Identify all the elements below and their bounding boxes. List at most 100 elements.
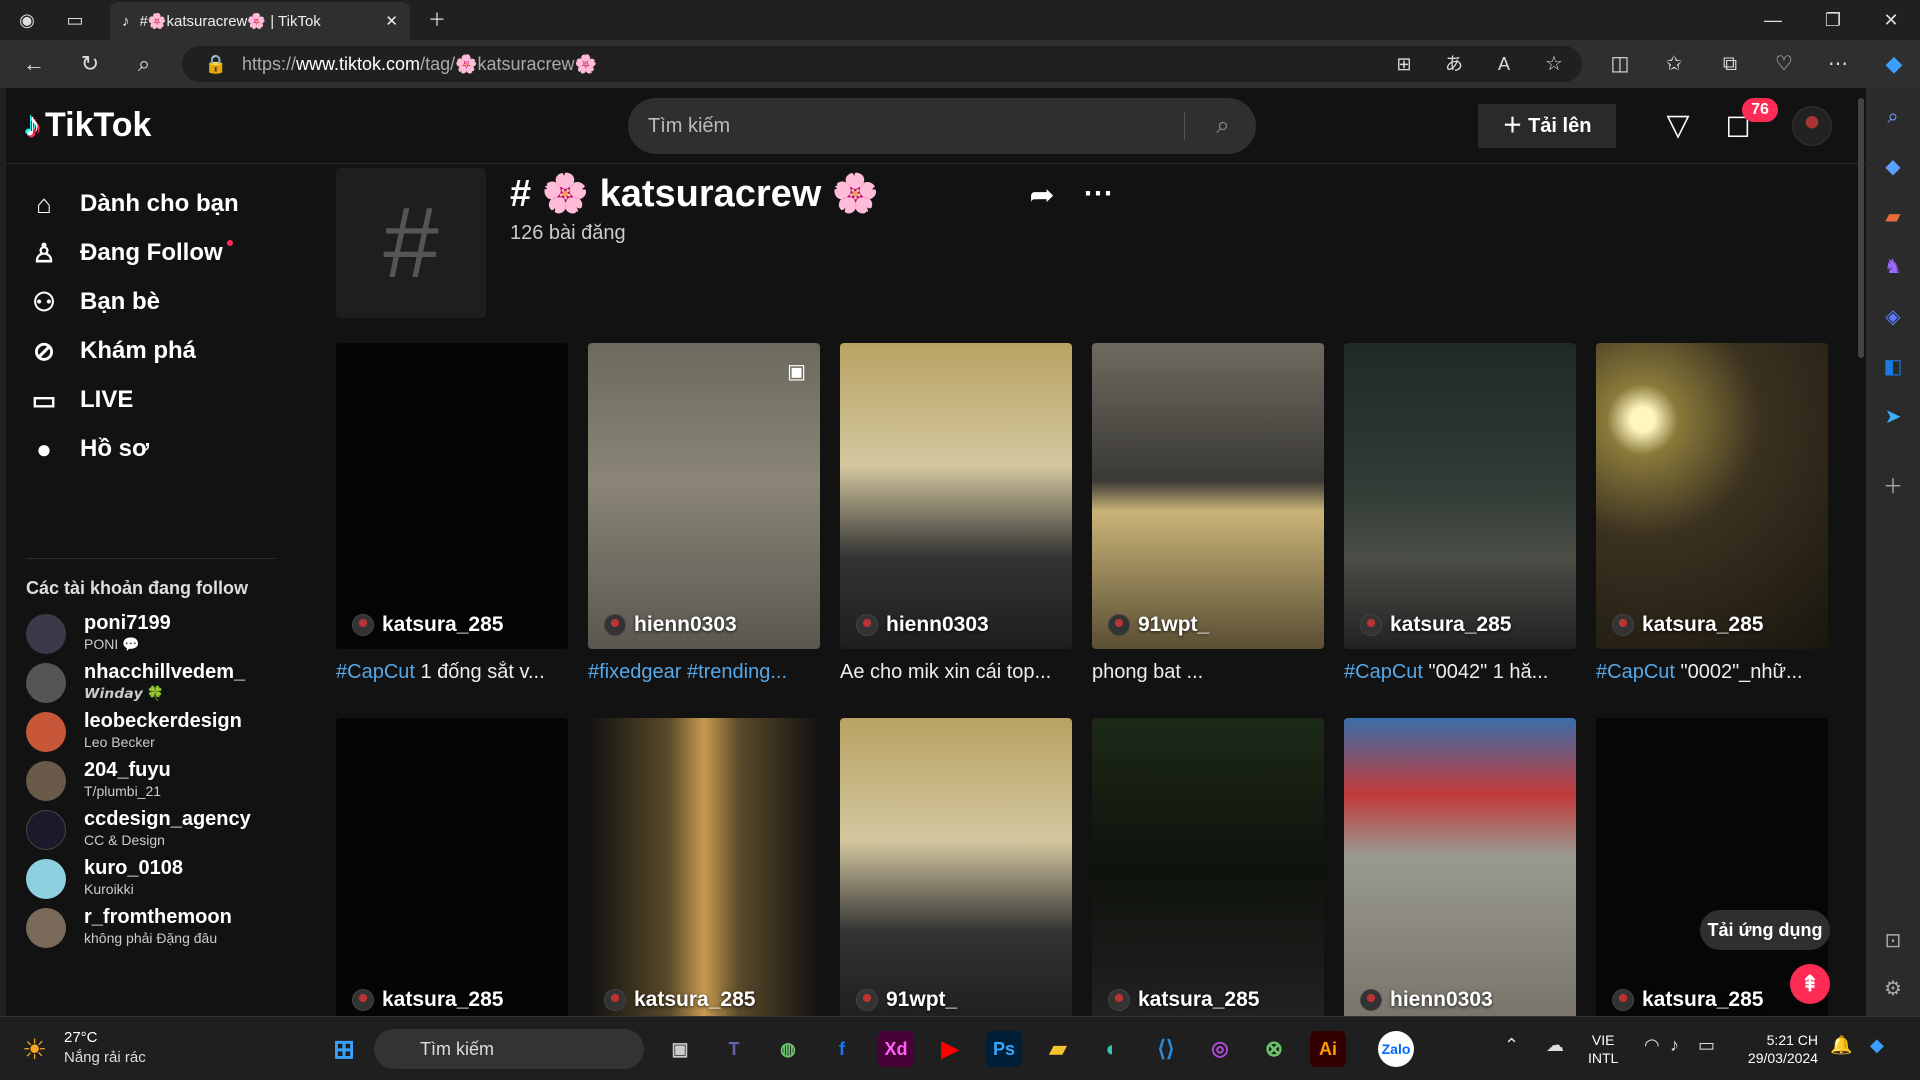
account-item[interactable]: leobeckerdesign Leo Becker	[26, 706, 276, 758]
video-caption[interactable]: #CapCut 1 đống sắt v...	[336, 661, 568, 684]
video-card[interactable]: hienn0303	[1344, 718, 1576, 1016]
app-available-icon[interactable]: ⊞	[1384, 40, 1424, 88]
video-author[interactable]: katsura_285	[1612, 613, 1763, 637]
caption-hashtag[interactable]: #CapCut	[1344, 661, 1423, 683]
search-icon[interactable]: ⌕	[1198, 98, 1248, 154]
tab-actions-icon[interactable]: ▭	[52, 0, 98, 40]
video-author[interactable]: hienn0303	[1360, 988, 1493, 1012]
video-author[interactable]: katsura_285	[604, 988, 755, 1012]
battery-icon[interactable]: ▭	[1698, 1035, 1715, 1056]
translate-icon[interactable]: あ	[1434, 40, 1474, 88]
video-author[interactable]: katsura_285	[352, 613, 503, 637]
url-field[interactable]: https://www.tiktok.com/tag/🌸katsuracrew🌸	[182, 46, 1582, 82]
account-item[interactable]: poni7199 PONI 💬	[26, 608, 276, 660]
search-icon[interactable]: ⌕	[1878, 102, 1908, 132]
minimize-icon[interactable]: —	[1750, 0, 1796, 40]
profile-icon[interactable]: ◉	[4, 0, 50, 40]
collections-icon[interactable]: ⧉	[1710, 40, 1750, 88]
video-author[interactable]: katsura_285	[1612, 988, 1763, 1012]
teams-icon[interactable]: T	[716, 1031, 752, 1067]
clock[interactable]: 5:21 CH 29/03/2024	[1738, 1031, 1818, 1067]
video-author[interactable]: katsura_285	[352, 988, 503, 1012]
edge-icon[interactable]: ◐	[1094, 1031, 1130, 1067]
outlook-icon[interactable]: ◧	[1878, 352, 1908, 382]
scrollbar[interactable]	[1858, 98, 1864, 358]
send-icon[interactable]: ➤	[1878, 402, 1908, 432]
photoshop-icon[interactable]: Ps	[986, 1031, 1022, 1067]
nav-following[interactable]: ♙ Đang Follow	[26, 229, 233, 277]
video-card[interactable]: katsura_285	[336, 718, 568, 1016]
more-options-icon[interactable]: ⋯	[1078, 174, 1118, 214]
copilot-tray-icon[interactable]: ◆	[1870, 1035, 1884, 1056]
upload-button[interactable]: ＋ Tải lên	[1478, 104, 1616, 148]
onedrive-icon[interactable]: ☁	[1546, 1035, 1564, 1056]
video-author[interactable]: katsura_285	[1108, 988, 1259, 1012]
browser-tab[interactable]: ♪ #🌸katsuracrew🌸 | TikTok ✕	[110, 2, 410, 40]
search-input[interactable]	[648, 98, 1168, 154]
windows-start-icon[interactable]: ⊞	[326, 1031, 362, 1067]
video-card[interactable]: katsura_285	[588, 718, 820, 1016]
add-icon[interactable]: ＋	[1878, 472, 1908, 502]
scroll-to-top-button[interactable]: ⇞	[1790, 964, 1830, 1004]
copilot-icon[interactable]: ◆	[1874, 40, 1914, 88]
illustrator-icon[interactable]: Ai	[1310, 1031, 1346, 1067]
user-avatar[interactable]	[1792, 106, 1832, 146]
nav-live[interactable]: ▭ LIVE	[26, 376, 134, 424]
video-author[interactable]: katsura_285	[1360, 613, 1511, 637]
send-filter-icon[interactable]: ▽	[1658, 106, 1698, 146]
video-author[interactable]: 91wpt_	[856, 988, 957, 1012]
video-card[interactable]: katsura_285	[1092, 718, 1324, 1016]
video-card[interactable]: katsura_285	[336, 343, 568, 649]
video-card[interactable]: katsura_285	[1596, 343, 1828, 649]
xbox-icon[interactable]: ⊗	[1256, 1031, 1292, 1067]
video-card[interactable]: hienn0303	[840, 343, 1072, 649]
language-indicator[interactable]: VIE INTL	[1588, 1031, 1618, 1067]
taskbar-search[interactable]: Tìm kiếm	[374, 1029, 644, 1069]
video-card[interactable]: hienn0303 ▣	[588, 343, 820, 649]
zalo-icon[interactable]: Zalo	[1378, 1031, 1414, 1067]
vscode-icon[interactable]: ⟨⟩	[1148, 1031, 1184, 1067]
video-card[interactable]: katsura_285	[1344, 343, 1576, 649]
notification-bell-icon[interactable]: 🔔	[1830, 1035, 1852, 1056]
wifi-icon[interactable]: ◠	[1644, 1035, 1660, 1056]
video-caption[interactable]: #CapCut "0042" 1 hă...	[1344, 661, 1576, 684]
account-item[interactable]: kuro_0108 Kuroikki	[26, 853, 276, 905]
screenshot-icon[interactable]: ⊡	[1878, 926, 1908, 956]
account-item[interactable]: 204_fuyu T/plumbi_21	[26, 755, 276, 807]
volume-icon[interactable]: ♪	[1670, 1035, 1679, 1056]
account-item[interactable]: r_fromthemoon không phải Đặng đâu	[26, 902, 276, 954]
adobe-xd-icon[interactable]: Xd	[878, 1031, 914, 1067]
favorite-star-icon[interactable]: ☆	[1534, 40, 1574, 88]
maximize-icon[interactable]: ❐	[1810, 0, 1856, 40]
get-app-button[interactable]: Tải ứng dụng	[1700, 910, 1830, 950]
video-caption[interactable]: Ae cho mik xin cái top...	[840, 661, 1072, 684]
account-item[interactable]: ccdesign_agency CC & Design	[26, 804, 276, 856]
favorites-icon[interactable]: ✩	[1654, 40, 1694, 88]
tiktok-logo[interactable]: ♪ TikTok	[24, 106, 151, 145]
video-caption[interactable]: phong bat ...	[1092, 661, 1324, 684]
settings-icon[interactable]: ⚙	[1878, 974, 1908, 1004]
caption-hashtag[interactable]: #CapCut	[1596, 661, 1675, 683]
search-icon[interactable]: ⌕	[124, 40, 164, 88]
copilot-icon[interactable]: ◈	[1878, 302, 1908, 332]
video-caption[interactable]: #fixedgear #trending...	[588, 661, 820, 684]
back-icon[interactable]: ←	[14, 40, 54, 88]
facebook-icon[interactable]: f	[824, 1031, 860, 1067]
account-item[interactable]: nhacchillvedem_ 𝙒𝙞𝙣𝙙𝙖𝙮 🍀	[26, 657, 276, 709]
tools-icon[interactable]: ▰	[1878, 202, 1908, 232]
caption-hashtag[interactable]: #CapCut	[336, 661, 415, 683]
video-card[interactable]: 91wpt_	[840, 718, 1072, 1016]
nav-for-you[interactable]: ⌂ Dành cho bạn	[26, 180, 239, 228]
new-tab-icon[interactable]: ＋	[414, 0, 460, 40]
video-author[interactable]: 91wpt_	[1108, 613, 1209, 637]
tag-icon[interactable]: ◆	[1878, 152, 1908, 182]
video-caption[interactable]: #CapCut "0002"_nhữ...	[1596, 661, 1828, 684]
app-purple-icon[interactable]: ◎	[1202, 1031, 1238, 1067]
settings-more-icon[interactable]: ⋯	[1818, 40, 1858, 88]
nav-explore[interactable]: ⊘ Khám phá	[26, 327, 196, 375]
read-aloud-icon[interactable]: A	[1484, 40, 1524, 88]
video-card[interactable]: 91wpt_	[1092, 343, 1324, 649]
close-tab-icon[interactable]: ✕	[385, 12, 398, 30]
nav-profile[interactable]: ● Hồ sơ	[26, 425, 149, 473]
lock-icon[interactable]: 🔒	[196, 40, 236, 88]
